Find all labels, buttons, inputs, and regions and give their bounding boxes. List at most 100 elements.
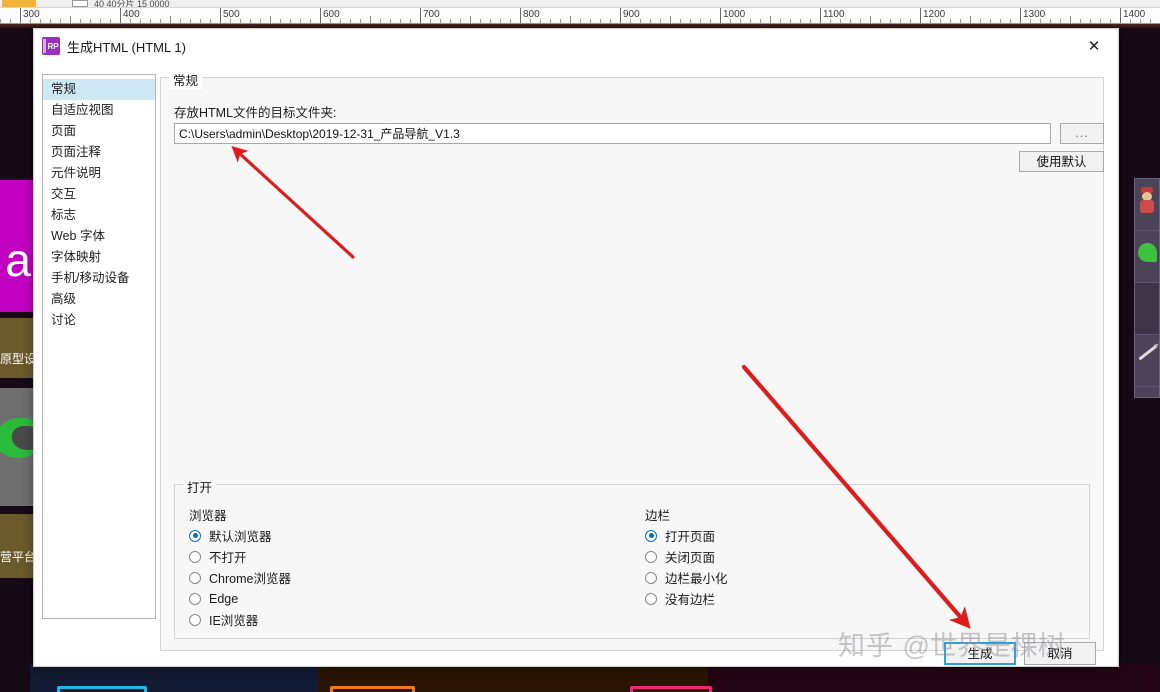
sidebar-item-9[interactable]: 手机/移动设备 (43, 268, 155, 289)
ruler-label: 1100 (823, 9, 845, 20)
ruler-tick (370, 16, 371, 23)
bottom-frame-orange (330, 686, 415, 692)
ruler-label: 1300 (1023, 9, 1046, 20)
toolbar-small-chip (72, 0, 88, 7)
general-group-box: 常规 存放HTML文件的目标文件夹: ... 使用默认 打开 浏览器 默认浏览器… (160, 70, 1104, 651)
sidebar-pane-option-1[interactable]: 关闭页面 (645, 546, 715, 567)
radio-icon[interactable] (189, 550, 201, 563)
chat-bubble-icon (1138, 243, 1157, 262)
person-icon (1139, 187, 1155, 217)
output-folder-input[interactable] (174, 123, 1051, 144)
axure-rp-icon-label: RP (47, 41, 59, 51)
ruler-label: 1000 (723, 9, 746, 20)
sidebar-item-10[interactable]: 高级 (43, 289, 155, 310)
settings-category-list[interactable]: 常规 自适应视图 页面 页面注释 元件说明 交互 标志 Web 字体 字体映射 手机/移动设备 高级… (42, 74, 156, 619)
cancel-button[interactable]: 取消 (1024, 641, 1096, 665)
ruler-label: 800 (523, 9, 540, 20)
radio-icon[interactable] (189, 571, 201, 584)
open-group-box: 打开 浏览器 默认浏览器 不打开 Chrome浏览器 Edge IE浏览器 边栏 打开页… (174, 477, 1090, 639)
widget-row-person (1135, 179, 1159, 231)
bottom-segment-3 (708, 664, 1158, 692)
toolbar-yellow-chip (2, 0, 36, 7)
radio-icon[interactable] (189, 592, 201, 605)
browser-option-label: 不打开 (209, 551, 247, 565)
radio-icon[interactable] (189, 613, 201, 626)
browser-option-label: IE浏览器 (209, 614, 259, 628)
browser-option-label: Edge (209, 591, 239, 606)
browser-option-label: Chrome浏览器 (209, 572, 291, 586)
ruler-tick (1020, 8, 1021, 23)
sidebar-item-5[interactable]: 交互 (43, 184, 155, 205)
radio-icon[interactable] (645, 571, 657, 584)
close-icon[interactable]: ✕ (1072, 29, 1116, 62)
radio-icon[interactable] (189, 529, 201, 542)
toolbar-sliver-text: 40 40分片 15 0000 (94, 0, 170, 8)
browser-option-2[interactable]: Chrome浏览器 (189, 567, 291, 588)
browser-option-3[interactable]: Edge (189, 588, 238, 609)
ruler-tick (1120, 8, 1121, 23)
browser-option-label: 默认浏览器 (209, 530, 272, 544)
ruler-label: 700 (423, 9, 440, 20)
sidebar-column-heading: 边栏 (645, 509, 671, 523)
ruler-tick (820, 8, 821, 23)
bottom-frame-pink (630, 686, 712, 692)
sidebar-item-6[interactable]: 标志 (43, 205, 155, 226)
axure-rp-icon: RP (42, 37, 60, 55)
sidebar-item-8[interactable]: 字体映射 (43, 247, 155, 268)
ruler-tick (170, 16, 171, 23)
dialog-body: 常规 自适应视图 页面 页面注释 元件说明 交互 标志 Web 字体 字体映射 手机/移动设备 高级… (34, 63, 1118, 666)
generate-button[interactable]: 生成 (944, 641, 1016, 665)
ruler-tick (670, 16, 671, 23)
sidebar-item-3[interactable]: 页面注释 (43, 142, 155, 163)
ruler-tick (720, 8, 721, 23)
ruler-tick (520, 8, 521, 23)
ruler-label: 1200 (923, 9, 946, 20)
sidebar-pane-option-label: 关闭页面 (665, 551, 716, 565)
ruler-tick (1070, 16, 1071, 23)
radio-icon[interactable] (645, 592, 657, 605)
background-card-olive-1: 原型设 (0, 318, 33, 378)
use-default-button[interactable]: 使用默认 (1019, 151, 1104, 172)
sidebar-item-0[interactable]: 常规 (43, 79, 155, 100)
radio-icon[interactable] (645, 529, 657, 542)
toolbar-sliver: 40 40分片 15 0000 (0, 0, 1160, 8)
card-glyph-a: a (5, 234, 31, 286)
sidebar-item-4[interactable]: 元件说明 (43, 163, 155, 184)
bottom-canvas-zone (0, 664, 1160, 692)
ruler-tick (870, 16, 871, 23)
ruler-label: 400 (123, 9, 140, 20)
dialog-footer-buttons: 生成 取消 (944, 638, 1096, 668)
ruler-tick (220, 8, 221, 23)
ruler-tick (770, 16, 771, 23)
sidebar-pane-option-label: 没有边栏 (665, 593, 716, 607)
background-card-magenta: a (0, 180, 33, 312)
dialog-titlebar[interactable]: RP 生成HTML (HTML 1) ✕ (34, 29, 1118, 63)
ruler-tick (570, 16, 571, 23)
sidebar-pane-option-2[interactable]: 边栏最小化 (645, 567, 728, 588)
ruler-tick (270, 16, 271, 23)
sidebar-item-11[interactable]: 讨论 (43, 310, 155, 331)
sidebar-pane-option-label: 边栏最小化 (665, 572, 728, 586)
card-label-platform: 营平台 (0, 550, 33, 564)
ruler-label: 1400 (1123, 9, 1146, 20)
browser-column-heading: 浏览器 (189, 509, 227, 523)
sidebar-pane-option-3[interactable]: 没有边栏 (645, 588, 715, 609)
sidebar-item-7[interactable]: Web 字体 (43, 226, 155, 247)
horizontal-ruler: 300 400 500 600 700 800 900 1000 1100 1200 1300 140… (0, 8, 1160, 24)
browser-option-4[interactable]: IE浏览器 (189, 609, 258, 630)
sidebar-item-2[interactable]: 页面 (43, 121, 155, 142)
browser-option-1[interactable]: 不打开 (189, 546, 247, 567)
widget-row-chat (1135, 231, 1159, 283)
bottom-frame-cyan (57, 686, 147, 692)
sidebar-pane-option-0[interactable]: 打开页面 (645, 525, 715, 546)
pen-icon (1138, 344, 1158, 361)
browser-option-0[interactable]: 默认浏览器 (189, 525, 272, 546)
ruler-tick (970, 16, 971, 23)
dialog-title: 生成HTML (HTML 1) (67, 40, 186, 55)
radio-icon[interactable] (645, 550, 657, 563)
ruler-tick (470, 16, 471, 23)
sidebar-item-1[interactable]: 自适应视图 (43, 100, 155, 121)
right-widget-panel (1134, 178, 1160, 398)
widget-row-blank (1135, 283, 1159, 335)
browse-folder-button[interactable]: ... (1060, 123, 1104, 144)
